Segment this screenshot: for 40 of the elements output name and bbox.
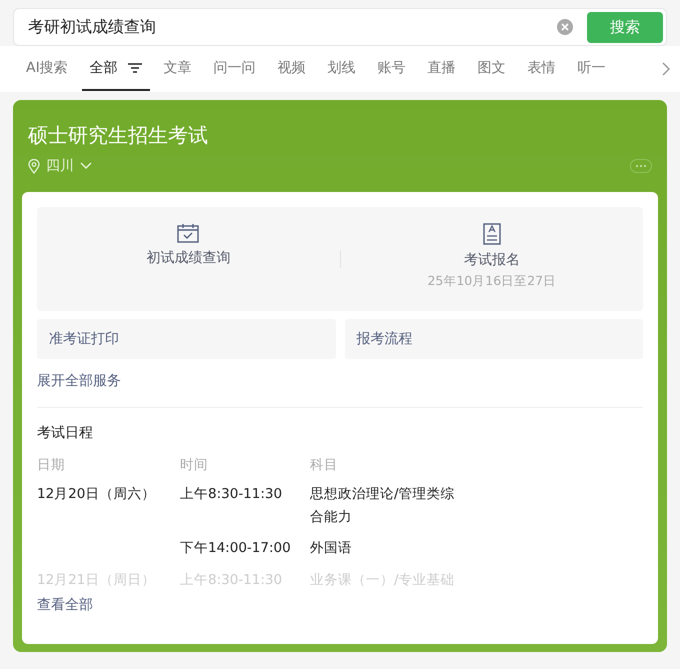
tab[interactable]: 听一 (570, 47, 614, 91)
tab[interactable]: AI搜索 (18, 47, 76, 91)
search-query: 考研初试成绩查询 (28, 16, 157, 38)
table-cell-text: 上午8:30-11:30 (180, 484, 284, 504)
service-button[interactable]: 准考证打印 (37, 319, 336, 359)
more-icon[interactable] (630, 159, 652, 173)
tab[interactable]: 账号 (370, 47, 414, 91)
schedule-title: 考试日程 (37, 424, 94, 442)
filter-icon[interactable] (128, 63, 142, 73)
tab[interactable]: 全部 (82, 47, 150, 91)
column-header: 时间 (180, 456, 209, 474)
table-cell-text: 外国语 (310, 539, 353, 558)
region-selector[interactable]: 四川 (46, 157, 74, 175)
tab[interactable]: 表情 (520, 47, 564, 91)
expand-link[interactable]: 展开全部服务 (37, 372, 121, 390)
table-cell-text: 思想政治理论/管理类综合能力 (310, 484, 456, 526)
chevron-down-icon[interactable] (80, 162, 92, 170)
tab[interactable]: 视频 (270, 47, 314, 91)
column-header: 科目 (310, 456, 339, 474)
search-field[interactable]: 考研初试成绩查询 搜索 (13, 8, 667, 46)
tab[interactable]: 划线 (320, 47, 364, 91)
service-link[interactable]: 考试报名 (464, 251, 520, 269)
service-button[interactable]: 报考流程 (344, 319, 643, 359)
view-all-link[interactable]: 查看全部 (37, 596, 93, 614)
search-button[interactable]: 搜索 (587, 12, 663, 42)
tab[interactable]: 图文 (470, 47, 514, 91)
tab[interactable]: 文章 (156, 47, 200, 91)
document-icon[interactable] (482, 223, 501, 245)
tab[interactable]: 问一问 (206, 47, 264, 91)
service-note: 25年10月16日至27日 (427, 273, 556, 290)
calendar-check-icon[interactable] (177, 223, 200, 243)
table-cell-text: 12月20日（周六） (37, 484, 156, 504)
card-title: 硕士研究生招生考试 (28, 122, 209, 149)
table-cell-text: 下午14:00-17:00 (180, 539, 292, 558)
chevron-right-icon[interactable] (662, 62, 670, 76)
column-header: 日期 (37, 456, 66, 474)
tab[interactable]: 直播 (420, 47, 464, 91)
clear-icon[interactable] (557, 19, 573, 35)
location-pin-icon (28, 158, 40, 174)
service-link[interactable]: 初试成绩查询 (146, 249, 230, 267)
